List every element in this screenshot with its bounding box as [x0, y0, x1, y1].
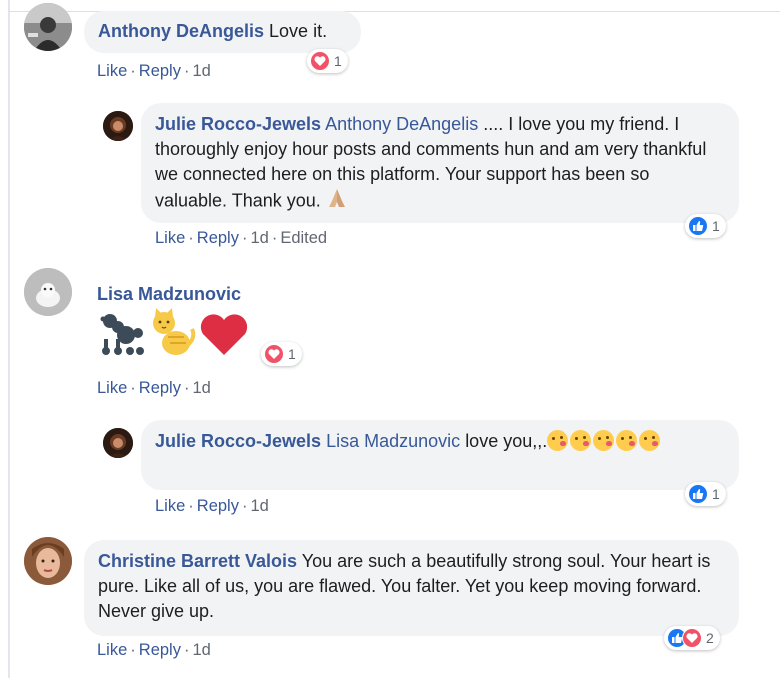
comment-actions: Like · Reply · 1d	[97, 62, 211, 80]
comment-author[interactable]: Lisa Madzunovic	[97, 284, 241, 305]
reaction-summary[interactable]: 1	[685, 482, 726, 506]
kissing-face-emoji	[616, 430, 638, 451]
comment-actions: Like · Reply · 1d	[97, 379, 211, 397]
timestamp[interactable]: 1d	[192, 379, 210, 397]
reaction-summary[interactable]: 1	[685, 214, 726, 238]
love-reaction-icon	[264, 344, 284, 364]
reply-link[interactable]: Reply	[197, 229, 239, 247]
avatar[interactable]	[24, 268, 72, 316]
reply-link[interactable]: Reply	[139, 379, 181, 397]
heart-emoji	[198, 311, 250, 362]
poodle-emoji	[96, 311, 146, 362]
comment-actions: Like · Reply · 1d	[155, 497, 269, 515]
reply-link[interactable]: Reply	[197, 497, 239, 515]
like-link[interactable]: Like	[97, 379, 127, 397]
mention-link[interactable]: Lisa Madzunovic	[326, 431, 460, 451]
kissing-face-emoji	[547, 430, 569, 451]
cat-emoji	[146, 307, 198, 362]
kissing-face-emoji	[570, 430, 592, 451]
edited-link[interactable]: Edited	[280, 229, 327, 247]
comment-text: Love it.	[269, 21, 328, 41]
folded-hands-emoji	[326, 187, 348, 216]
comment-bubble: Christine Barrett Valois You are such a …	[84, 540, 739, 636]
reaction-count: 1	[288, 346, 296, 362]
kissing-face-emoji	[593, 430, 615, 451]
avatar[interactable]	[103, 428, 133, 458]
emoji-row	[96, 308, 250, 362]
like-link[interactable]: Like	[97, 62, 127, 80]
timestamp[interactable]: 1d	[250, 229, 268, 247]
reaction-count: 1	[712, 218, 720, 234]
comment-author[interactable]: Julie Rocco-Jewels	[155, 114, 321, 134]
comment-bubble: Anthony DeAngelis Love it.	[84, 11, 361, 53]
mention-link[interactable]: Anthony DeAngelis	[325, 114, 478, 134]
comment-actions: Like · Reply · 1d · Edited	[155, 229, 328, 247]
reaction-summary[interactable]: 2	[664, 626, 720, 650]
like-link[interactable]: Like	[155, 497, 185, 515]
timestamp[interactable]: 1d	[192, 62, 210, 80]
love-reaction-icon	[310, 51, 330, 71]
comment-bubble: Julie Rocco-Jewels Lisa Madzunovic love …	[141, 420, 739, 490]
timestamp[interactable]: 1d	[250, 497, 268, 515]
like-reaction-icon	[688, 484, 708, 504]
like-reaction-icon	[688, 216, 708, 236]
comment-actions: Like · Reply · 1d	[97, 641, 211, 659]
reply-link[interactable]: Reply	[139, 62, 181, 80]
reaction-count: 1	[334, 53, 342, 69]
comment-author[interactable]: Julie Rocco-Jewels	[155, 431, 321, 451]
avatar[interactable]	[103, 111, 133, 141]
reaction-count: 2	[706, 630, 714, 646]
comment-bubble: Julie Rocco-Jewels Anthony DeAngelis ...…	[141, 103, 739, 223]
avatar[interactable]	[24, 3, 72, 51]
like-link[interactable]: Like	[97, 641, 127, 659]
thread-rule	[8, 0, 10, 678]
like-link[interactable]: Like	[155, 229, 185, 247]
avatar[interactable]	[24, 537, 72, 585]
comment-author[interactable]: Christine Barrett Valois	[98, 551, 297, 571]
comment-author[interactable]: Anthony DeAngelis	[98, 21, 264, 41]
love-reaction-icon	[682, 628, 702, 648]
reply-link[interactable]: Reply	[139, 641, 181, 659]
kissing-face-emoji	[639, 430, 661, 451]
comment-text: love you,,.	[465, 431, 548, 451]
reaction-summary[interactable]: 1	[307, 49, 348, 73]
reaction-count: 1	[712, 486, 720, 502]
timestamp[interactable]: 1d	[192, 641, 210, 659]
reaction-summary[interactable]: 1	[261, 342, 302, 366]
